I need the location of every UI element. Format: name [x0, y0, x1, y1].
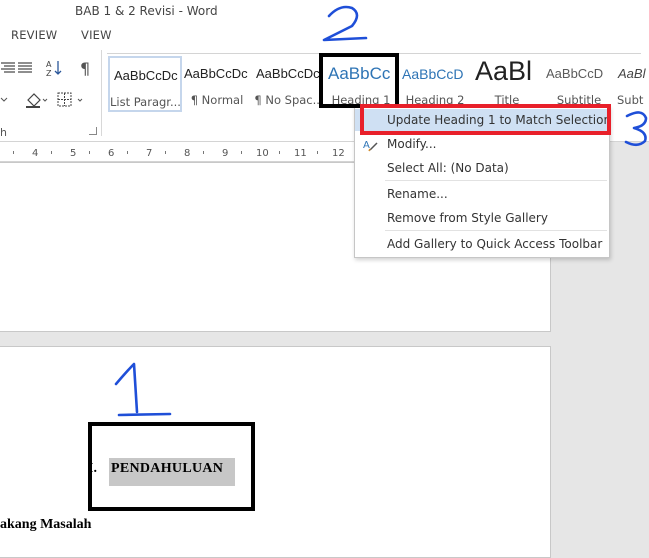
- align-icon[interactable]: [0, 60, 16, 80]
- ribbon-divider: [101, 50, 102, 136]
- menu-item-label: Add Gallery to Quick Access Toolbar: [387, 237, 603, 251]
- menu-item-label: Select All: (No Data): [387, 161, 509, 175]
- menu-separator: [385, 180, 607, 181]
- ruler-tick: [51, 151, 52, 154]
- menu-item-label: Modify...: [387, 137, 437, 151]
- menu-item-label: Remove from Style Gallery: [387, 211, 548, 225]
- ribbon-tabs: REVIEW VIEW: [0, 24, 649, 46]
- svg-text:A: A: [46, 60, 52, 69]
- align-right-icon[interactable]: [17, 60, 33, 80]
- ruler-tick: [165, 151, 166, 154]
- sort-icon[interactable]: AZ: [46, 59, 64, 81]
- annotation-box-update-item: [360, 104, 611, 135]
- menu-item-rename[interactable]: Rename...: [355, 183, 609, 205]
- style-list-paragraph[interactable]: AaBbCcDc List Paragr...: [108, 56, 182, 112]
- menu-item-add-gallery-qat[interactable]: Add Gallery to Quick Access Toolbar: [355, 233, 609, 255]
- dialog-launcher-icon[interactable]: [89, 127, 97, 135]
- menu-item-label: Rename...: [387, 187, 448, 201]
- style-name: ¶ No Spac...: [254, 93, 324, 107]
- menu-item-modify[interactable]: A Modify...: [355, 133, 609, 155]
- ruler-label: 6: [108, 148, 115, 159]
- window-title: BAB 1 & 2 Revisi - Word: [75, 4, 218, 18]
- ruler-label: 8: [184, 148, 191, 159]
- style-normal[interactable]: AaBbCcDc ¶ Normal: [180, 56, 254, 112]
- menu-item-remove-from-gallery[interactable]: Remove from Style Gallery: [355, 207, 609, 229]
- dropdown-arrow-icon[interactable]: [0, 93, 8, 109]
- style-sample: AaBl: [618, 66, 646, 81]
- style-subtle-emphasis[interactable]: AaBl Subt: [614, 56, 649, 112]
- annotation-box-heading-style: [319, 53, 399, 108]
- tab-review[interactable]: REVIEW: [11, 28, 57, 42]
- annotation-box-heading-text: [88, 422, 255, 511]
- borders-icon[interactable]: [56, 91, 86, 113]
- subheading-text[interactable]: akang Masalah: [0, 517, 91, 533]
- pilcrow-icon[interactable]: ¶: [80, 59, 90, 78]
- paragraph-group-label: h: [0, 126, 7, 139]
- style-sample: AaBl: [475, 56, 533, 86]
- style-name: Subt: [617, 93, 644, 107]
- style-sample: AaBbCcD: [546, 66, 604, 81]
- ruler-tick: [127, 151, 128, 154]
- style-sample: AaBbCcD: [402, 66, 464, 82]
- ruler-tick: [241, 151, 242, 154]
- shading-icon[interactable]: [24, 91, 48, 113]
- svg-text:A: A: [363, 140, 370, 151]
- ruler-tick: [13, 151, 14, 154]
- ruler-label: 9: [222, 148, 229, 159]
- ruler-tick: [203, 151, 204, 154]
- ruler-label: 11: [294, 148, 307, 159]
- style-sample: AaBbCcDc: [114, 68, 178, 83]
- ruler-label: 5: [70, 148, 77, 159]
- style-no-spacing[interactable]: AaBbCcDc ¶ No Spac...: [252, 56, 326, 112]
- tab-view[interactable]: VIEW: [81, 28, 112, 42]
- title-bar: BAB 1 & 2 Revisi - Word: [0, 0, 649, 24]
- svg-text:Z: Z: [46, 69, 52, 77]
- ruler-label: 10: [256, 148, 269, 159]
- ruler-label: 4: [32, 148, 39, 159]
- menu-item-select-all[interactable]: Select All: (No Data): [355, 157, 609, 179]
- ruler-tick: [317, 151, 318, 154]
- style-name: List Paragr...: [110, 95, 181, 109]
- ruler-label: 7: [146, 148, 153, 159]
- ruler-label: 12: [332, 148, 345, 159]
- ruler-tick: [279, 151, 280, 154]
- style-sample: AaBbCcDc: [256, 66, 320, 81]
- menu-separator: [385, 230, 607, 231]
- style-sample: AaBbCcDc: [184, 66, 248, 81]
- ruler-tick: [89, 151, 90, 154]
- modify-style-icon: A: [362, 136, 378, 152]
- style-name: ¶ Normal: [190, 93, 244, 107]
